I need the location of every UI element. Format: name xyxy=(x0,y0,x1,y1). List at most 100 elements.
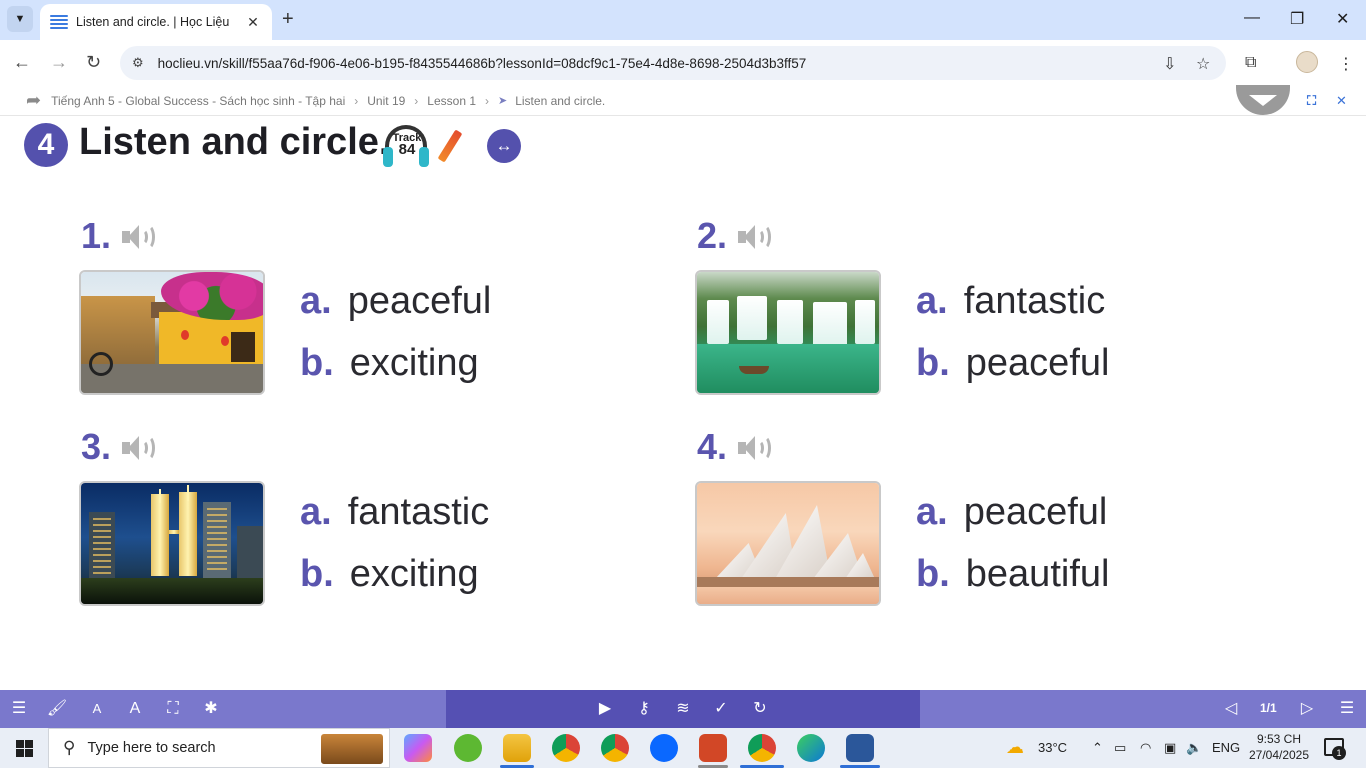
chrome-profile-icon[interactable] xyxy=(601,734,629,762)
breadcrumb-lesson[interactable]: Lesson 1 xyxy=(427,94,476,108)
chevron-right-icon: › xyxy=(485,93,489,108)
next-page-icon[interactable]: ▷ xyxy=(1296,699,1318,719)
url-text: hoclieu.vn/skill/f55aa76d-f906-4e06-b195… xyxy=(157,55,807,71)
speaker-icon[interactable] xyxy=(122,434,156,462)
bug-report-icon[interactable]: ✱ xyxy=(200,699,222,719)
question-image-waterfall xyxy=(695,270,881,395)
hide-answer-icon[interactable]: ≋ xyxy=(672,699,694,719)
speaker-icon[interactable] xyxy=(738,223,772,251)
file-explorer-icon[interactable] xyxy=(503,734,531,762)
option-b[interactable]: b. exciting xyxy=(300,342,479,385)
close-window-button[interactable]: ✕ xyxy=(1336,9,1349,29)
browser-tab[interactable]: Listen and circle. | Học Liệu ✕ xyxy=(40,4,272,40)
page-indicator: 1/1 xyxy=(1260,701,1277,715)
new-tab-button[interactable]: + xyxy=(282,8,294,31)
forward-arrow-icon[interactable]: → xyxy=(50,52,68,73)
breadcrumb: ➦ Tiếng Anh 5 - Global Success - Sách họ… xyxy=(0,85,1366,116)
chevron-down-icon: ▼ xyxy=(14,13,26,25)
windows-start-icon[interactable] xyxy=(16,740,33,757)
powerpoint-icon[interactable] xyxy=(699,734,727,762)
breadcrumb-unit[interactable]: Unit 19 xyxy=(367,94,405,108)
chevron-up-icon[interactable]: ⌃ xyxy=(1092,740,1103,756)
breadcrumb-back-icon[interactable]: ➦ xyxy=(26,90,41,111)
chrome-active-icon[interactable] xyxy=(748,734,776,762)
language-indicator[interactable]: ENG xyxy=(1212,740,1240,755)
font-increase-icon[interactable]: A xyxy=(124,699,146,719)
collapse-header-button[interactable] xyxy=(1236,85,1290,115)
check-icon[interactable]: ✓ xyxy=(710,699,732,719)
question-number: 1. xyxy=(81,215,112,256)
install-app-icon[interactable]: ⇩ xyxy=(1163,54,1176,74)
address-bar[interactable]: ⚙ hoclieu.vn/skill/f55aa76d-f906-4e06-b1… xyxy=(120,46,1226,80)
option-a[interactable]: a. fantastic xyxy=(916,280,1105,323)
chrome-icon[interactable] xyxy=(552,734,580,762)
weather-temperature[interactable]: 33°C xyxy=(1038,740,1067,755)
chevron-right-icon: › xyxy=(414,93,419,108)
tab-title: Listen and circle. | Học Liệu xyxy=(76,15,230,29)
windows-taskbar: ⚲ Type here to search ☁ 33°C ⌃ ▭ ◠ ▣ 🔈 E… xyxy=(0,728,1366,768)
previous-page-icon[interactable]: ◁ xyxy=(1220,699,1242,719)
expand-arrows-button[interactable]: ↔ xyxy=(487,129,521,163)
question-image-hoi-an xyxy=(79,270,265,395)
option-b[interactable]: b. beautiful xyxy=(916,553,1109,596)
zalo-icon[interactable] xyxy=(650,734,678,762)
back-arrow-icon[interactable]: ← xyxy=(13,52,31,73)
edge-icon[interactable] xyxy=(797,734,825,762)
word-icon[interactable] xyxy=(846,734,874,762)
question-number: 4. xyxy=(697,426,728,467)
option-b[interactable]: b. exciting xyxy=(300,553,479,596)
close-tab-icon[interactable]: ✕ xyxy=(244,14,262,31)
browser-tab-strip: ▼ Listen and circle. | Học Liệu ✕ + — ❐ … xyxy=(0,0,1366,40)
option-a[interactable]: a. fantastic xyxy=(300,491,489,534)
profile-avatar[interactable] xyxy=(1296,51,1318,73)
fit-screen-icon[interactable]: ⛶ xyxy=(162,699,184,719)
more-menu-icon[interactable]: ⋮ xyxy=(1338,54,1354,74)
site-info-icon[interactable]: ⚙ xyxy=(132,55,144,71)
option-a[interactable]: a. peaceful xyxy=(300,280,491,323)
reset-document-icon[interactable]: ↻ xyxy=(749,699,771,719)
track-number: 84 xyxy=(398,141,416,158)
key-icon[interactable]: ⚷ xyxy=(633,699,655,719)
chevron-right-icon: › xyxy=(354,93,359,108)
minimize-window-button[interactable]: — xyxy=(1244,9,1260,27)
list-icon[interactable]: ☰ xyxy=(8,699,30,719)
search-icon: ⚲ xyxy=(63,738,76,757)
wifi-icon[interactable]: ◠ xyxy=(1140,740,1151,756)
copilot-icon[interactable] xyxy=(404,734,432,762)
extensions-icon[interactable]: ⧉ xyxy=(1245,54,1256,72)
tab-search-button[interactable]: ▼ xyxy=(7,6,33,32)
breadcrumb-book[interactable]: Tiếng Anh 5 - Global Success - Sách học … xyxy=(51,94,345,108)
brush-icon[interactable]: 🖌 xyxy=(46,699,68,719)
speaker-icon[interactable] xyxy=(738,434,772,462)
bookmark-star-icon[interactable]: ☆ xyxy=(1196,54,1210,74)
volume-icon[interactable]: 🔈 xyxy=(1186,740,1202,756)
send-icon: ➤ xyxy=(498,95,508,107)
speaker-icon[interactable] xyxy=(122,223,156,251)
option-b[interactable]: b. peaceful xyxy=(916,342,1109,385)
lesson-toolbar: ☰ 🖌 A A ⛶ ✱ ▶ ⚷ ≋ ✓ ↻ ◁ 1/1 ▷ ☰ xyxy=(0,690,1366,728)
option-a[interactable]: a. peaceful xyxy=(916,491,1107,534)
question-number: 3. xyxy=(81,426,112,467)
exercise-title: Listen and circle. xyxy=(79,121,390,163)
fullscreen-icon[interactable]: ⛶ xyxy=(1307,93,1316,109)
input-method-icon[interactable]: ▣ xyxy=(1164,740,1176,756)
question-image-petronas xyxy=(79,481,265,606)
play-icon[interactable]: ▶ xyxy=(594,699,616,719)
exercise-number-badge: 4 xyxy=(24,123,68,167)
system-clock[interactable]: 9:53 CH 27/04/2025 xyxy=(1248,731,1310,763)
notification-count-badge: 1 xyxy=(1332,746,1346,760)
font-decrease-icon[interactable]: A xyxy=(86,699,108,719)
restore-window-button[interactable]: ❐ xyxy=(1290,9,1304,29)
battery-icon[interactable]: ▭ xyxy=(1114,740,1126,756)
taskbar-search-box[interactable]: ⚲ Type here to search xyxy=(48,728,390,768)
exercise-area: 4 Listen and circle. Track 84 ↔ 1. a. pea… xyxy=(0,117,1366,690)
green-app-icon[interactable] xyxy=(454,734,482,762)
reload-icon[interactable]: ↻ xyxy=(86,52,101,73)
audio-track-button[interactable]: Track 84 xyxy=(383,125,429,169)
browser-toolbar: ← → ↻ ⚙ hoclieu.vn/skill/f55aa76d-f906-4… xyxy=(0,40,1366,86)
menu-list-icon[interactable]: ☰ xyxy=(1336,699,1358,719)
weather-icon[interactable]: ☁ xyxy=(1006,737,1024,758)
search-highlight-image xyxy=(321,734,383,764)
close-icon[interactable]: ✕ xyxy=(1336,93,1347,109)
pencil-icon xyxy=(437,129,463,163)
